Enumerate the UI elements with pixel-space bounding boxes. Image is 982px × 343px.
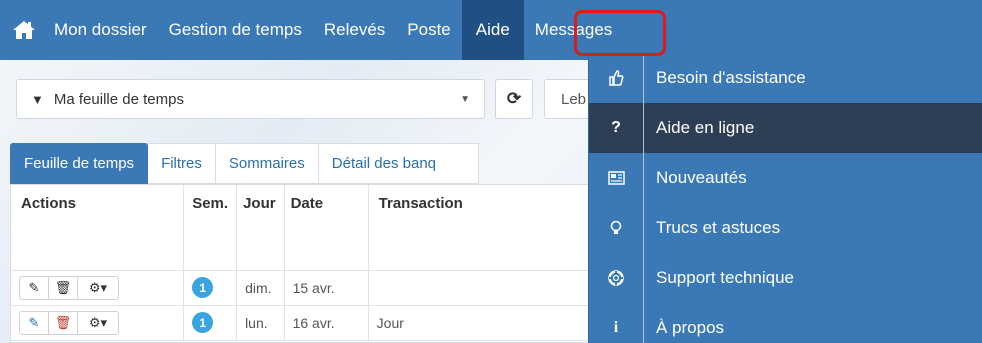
menu-item-label: Trucs et astuces [656,218,781,237]
row-date: 16 avr. [284,305,369,341]
col-date: Date [284,185,369,271]
trash-icon[interactable]: 🗑 [49,311,78,334]
nav-gestion-de-temps[interactable]: Gestion de temps [158,0,313,60]
tab-detail-des-banques[interactable]: Détail des banq [318,143,479,184]
week-badge: 1 [192,312,214,333]
col-jour: Jour [236,185,285,271]
row-action-buttons: ✎ 🗑 ⚙▾ [19,310,119,335]
row-action-buttons: ✎ 🗑 ⚙▾ [19,275,119,300]
timesheet-filter-select[interactable]: ▼ Ma feuille de temps ▼ [16,79,485,119]
table-row: ✎ 🗑 ⚙▾ 1 dim. 15 avr. [11,270,599,306]
row-transaction: Jour [368,305,599,341]
trash-icon[interactable]: 🗑 [49,276,78,299]
menu-item-label: Nouveautés [656,168,747,187]
nav-aide[interactable]: Aide [461,0,524,60]
edit-icon[interactable]: ✎ [20,276,49,299]
tab-sommaires[interactable]: Sommaires [215,143,319,184]
menu-item-label: Besoin d'assistance [656,68,806,87]
menu-item-label: À propos [656,318,725,337]
col-actions: Actions [11,185,185,271]
menu-item-a-propos[interactable]: i À propos [589,303,982,343]
col-transaction: Transaction [368,185,599,271]
aide-dropdown-menu: Besoin d'assistance ? Aide en ligne Nouv… [588,53,982,343]
week-badge: 1 [192,277,214,298]
tab-bar: Feuille de temps Filtres Sommaires Détai… [10,143,479,184]
table-row: ✎ 🗑 ⚙▾ 1 lun. 16 avr. Jour [11,305,599,341]
nav-poste[interactable]: Poste [396,0,461,60]
menu-item-label: Support technique [656,268,794,287]
menu-item-besoin-assistance[interactable]: Besoin d'assistance [589,53,982,103]
lifebuoy-icon [589,253,644,303]
thumbs-up-icon [589,53,644,103]
chevron-down-icon: ▼ [460,94,470,105]
info-icon: i [589,303,644,343]
row-date: 15 avr. [284,270,369,306]
filter-selected-label: Ma feuille de temps [53,90,184,108]
gear-dropdown-icon[interactable]: ⚙▾ [78,277,118,299]
tab-feuille-de-temps[interactable]: Feuille de temps [10,143,149,184]
refresh-icon: ⟳ [506,89,522,108]
col-sem: Sem. [183,185,238,271]
row-actions: ✎ 🗑 ⚙▾ [11,305,185,341]
nav-releves[interactable]: Relevés [313,0,396,60]
row-week: 1 [183,305,238,341]
nav-mon-dossier[interactable]: Mon dossier [48,0,158,60]
period-label: Leb [561,90,587,108]
menu-item-label: Aide en ligne [656,118,755,137]
lightbulb-icon [589,203,644,253]
row-transaction [368,270,599,306]
newspaper-icon [589,153,644,203]
edit-icon[interactable]: ✎ [20,311,49,334]
timesheet-table: Actions Sem. Jour Date Transaction ✎ 🗑 ⚙… [10,184,600,343]
row-day: dim. [236,270,285,306]
nav-messages[interactable]: Messages [524,0,623,60]
filter-icon: ▼ [31,91,44,107]
gear-dropdown-icon[interactable]: ⚙▾ [78,312,118,334]
question-icon: ? [589,103,644,153]
menu-item-nouveautes[interactable]: Nouveautés [589,153,982,203]
row-day: lun. [236,305,285,341]
menu-item-aide-en-ligne[interactable]: ? Aide en ligne [589,103,982,153]
refresh-button[interactable]: ⟳ [495,79,533,119]
row-actions: ✎ 🗑 ⚙▾ [11,270,185,306]
menu-item-trucs-astuces[interactable]: Trucs et astuces [589,203,982,253]
tab-filtres[interactable]: Filtres [148,143,216,184]
top-navbar: Mon dossier Gestion de temps Relevés Pos… [0,0,982,60]
row-week: 1 [183,270,238,306]
menu-item-support-technique[interactable]: Support technique [589,253,982,303]
home-icon[interactable] [0,0,48,60]
